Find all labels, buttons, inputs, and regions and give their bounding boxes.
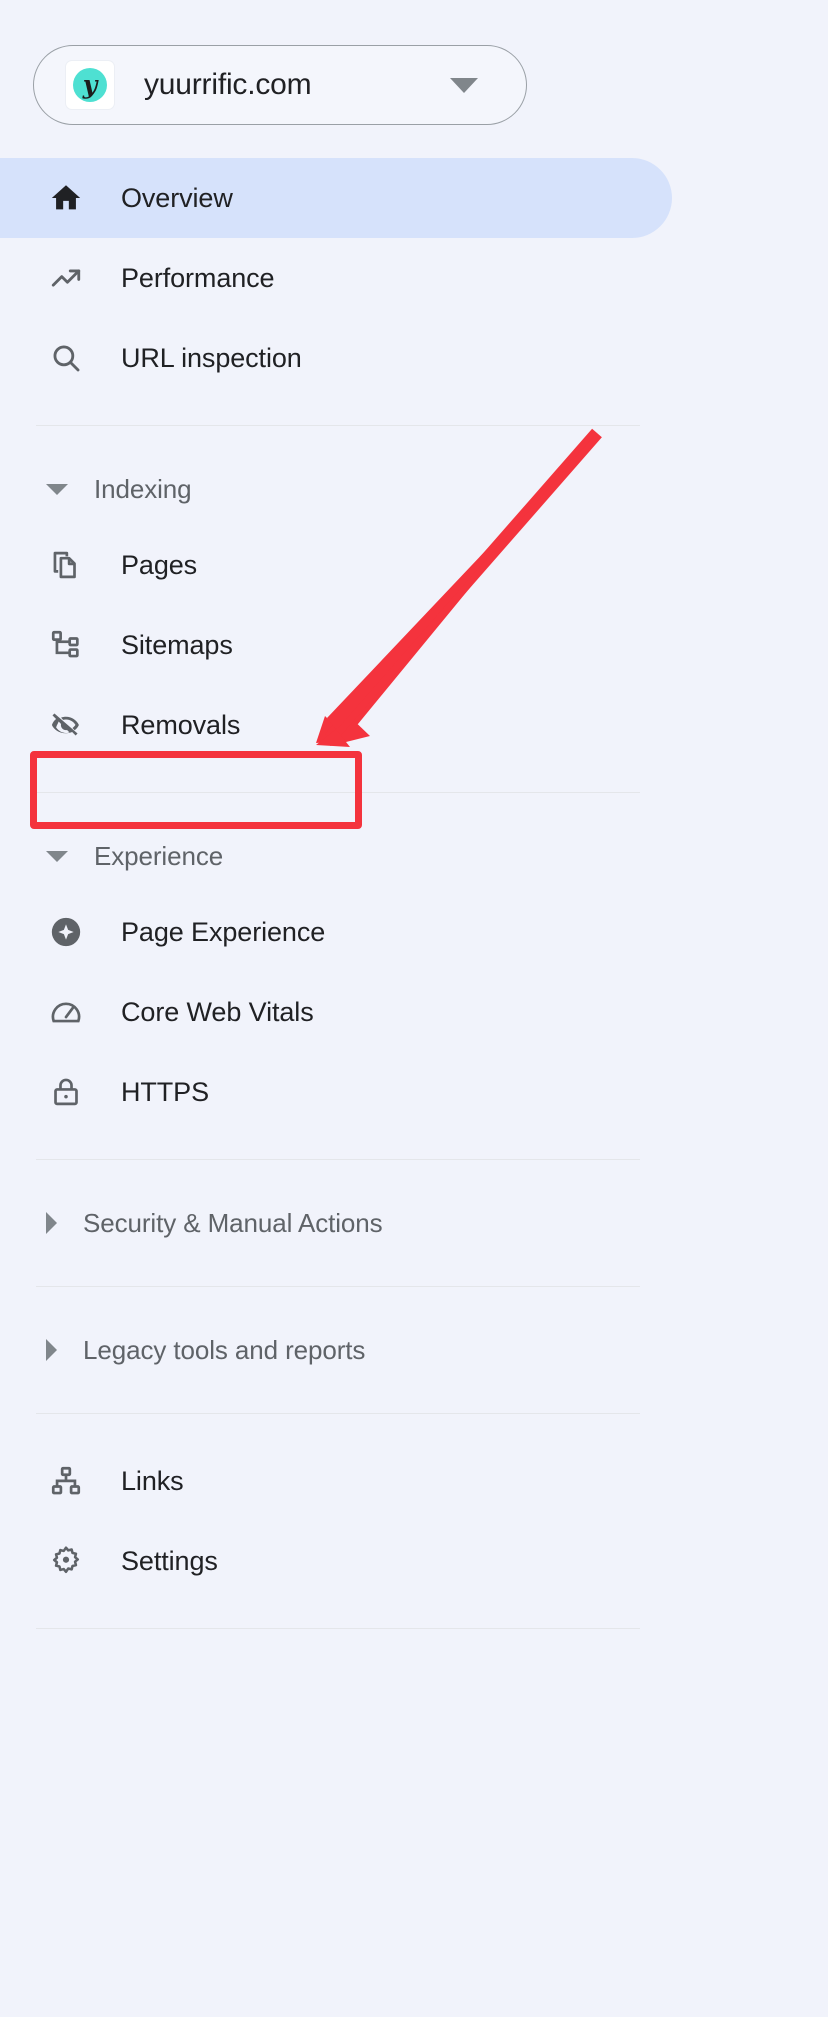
section-label: Experience — [94, 840, 224, 871]
schema-icon — [46, 1461, 86, 1501]
caret-down-icon — [46, 483, 68, 495]
eye-off-icon — [46, 705, 86, 745]
sidebar-item-label: Overview — [121, 182, 233, 213]
divider — [36, 1286, 640, 1287]
sidebar-item-label: Performance — [121, 262, 275, 293]
page-experience-star-icon — [46, 912, 86, 952]
sidebar-item-label: Sitemaps — [121, 629, 233, 660]
property-selector[interactable]: y yuurrific.com — [33, 45, 527, 125]
sidebar-item-pages[interactable]: Pages — [0, 525, 700, 605]
pages-copy-icon — [46, 545, 86, 585]
sidebar-item-label: Settings — [121, 1545, 218, 1576]
sidebar-item-links[interactable]: Links — [0, 1441, 700, 1521]
sidebar-item-label: Page Experience — [121, 916, 326, 947]
sidebar-item-label: Pages — [121, 549, 198, 580]
divider — [36, 1159, 640, 1160]
sidebar-item-page-experience[interactable]: Page Experience — [0, 892, 700, 972]
section-header-legacy-tools[interactable]: Legacy tools and reports — [0, 1314, 700, 1386]
section-header-indexing[interactable]: Indexing — [0, 453, 700, 525]
sidebar-item-settings[interactable]: Settings — [0, 1521, 700, 1601]
sidebar-item-label: Links — [121, 1465, 184, 1496]
sidebar-item-performance[interactable]: Performance — [0, 238, 700, 318]
section-header-security-manual-actions[interactable]: Security & Manual Actions — [0, 1187, 700, 1259]
sidebar-item-core-web-vitals[interactable]: Core Web Vitals — [0, 972, 700, 1052]
caret-right-icon — [46, 1339, 57, 1361]
section-label: Security & Manual Actions — [83, 1207, 383, 1238]
section-label: Indexing — [94, 473, 192, 504]
sidebar-item-label: Removals — [121, 709, 241, 740]
sidebar-item-label: URL inspection — [121, 342, 302, 373]
site-favicon: y — [66, 61, 114, 109]
sidebar-item-label: HTTPS — [121, 1076, 210, 1107]
sidebar-nav: Overview Performance URL inspection Inde… — [0, 158, 700, 1629]
divider — [36, 425, 640, 426]
property-name: yuurrific.com — [144, 68, 312, 101]
sidebar-item-sitemaps[interactable]: Sitemaps — [0, 605, 700, 685]
trending-up-icon — [46, 258, 86, 298]
speedometer-icon — [46, 992, 86, 1032]
sidebar-item-removals[interactable]: Removals — [0, 685, 700, 765]
divider — [36, 792, 640, 793]
gear-icon — [46, 1541, 86, 1581]
sidebar-item-label: Core Web Vitals — [121, 996, 314, 1027]
chevron-down-icon[interactable] — [450, 77, 478, 93]
favicon-circle: y — [73, 68, 107, 102]
home-icon — [46, 178, 86, 218]
caret-right-icon — [46, 1212, 57, 1234]
section-header-experience[interactable]: Experience — [0, 820, 700, 892]
section-label: Legacy tools and reports — [83, 1334, 366, 1365]
account-tree-icon — [46, 625, 86, 665]
sidebar-item-https[interactable]: HTTPS — [0, 1052, 700, 1132]
sidebar-item-url-inspection[interactable]: URL inspection — [0, 318, 700, 398]
divider — [36, 1628, 640, 1629]
lock-icon — [46, 1072, 86, 1112]
favicon-letter: y — [82, 69, 98, 99]
caret-down-icon — [46, 850, 68, 862]
search-icon — [46, 338, 86, 378]
sidebar-item-overview[interactable]: Overview — [0, 158, 672, 238]
divider — [36, 1413, 640, 1414]
